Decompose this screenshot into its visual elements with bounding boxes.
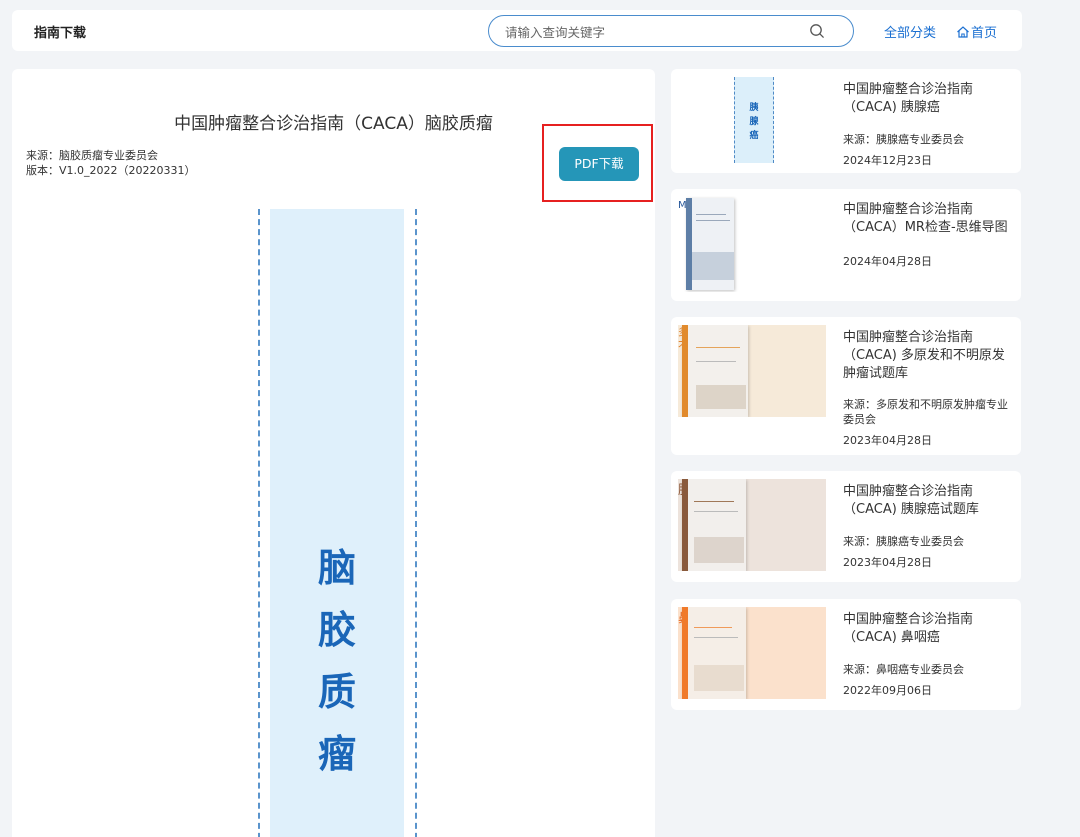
card-title[interactable]: 中国肿瘤整合诊治指南（CACA) 胰腺癌试题库	[843, 483, 1013, 519]
card-title[interactable]: 中国肿瘤整合诊治指南（CACA）MR检查-思维导图	[843, 201, 1013, 237]
cover-char: 瘤	[317, 731, 356, 776]
card-thumbnail[interactable]: MR检查	[678, 196, 826, 292]
home-link[interactable]: 首页	[956, 22, 997, 41]
card-thumbnail[interactable]: 胰腺癌	[734, 77, 774, 163]
document-source: 来源：脑胶质瘤专业委员会	[26, 149, 158, 162]
book-cover	[682, 325, 748, 417]
related-card[interactable]: 胰腺癌 中国肿瘤整合诊治指南（CACA) 胰腺癌试题库 来源：胰腺癌专业委员会 …	[671, 471, 1021, 582]
cover-char: 胶	[317, 607, 356, 652]
cover-char: 质	[317, 669, 356, 714]
card-source: 来源：胰腺癌专业委员会	[843, 535, 964, 548]
cover-char: 脑	[317, 545, 356, 590]
home-icon	[957, 25, 969, 38]
related-card[interactable]: 胰腺癌 中国肿瘤整合诊治指南（CACA) 胰腺癌 来源：胰腺癌专业委员会 202…	[671, 69, 1021, 173]
search-box[interactable]	[488, 15, 854, 47]
book-cover	[682, 607, 746, 699]
card-date: 2023年04月28日	[843, 434, 932, 447]
card-thumbnail[interactable]: 多原发和不明原发肿瘤	[678, 325, 826, 417]
card-title[interactable]: 中国肿瘤整合诊治指南（CACA) 胰腺癌	[843, 81, 1013, 117]
page-title: 指南下载	[34, 26, 87, 41]
card-date: 2023年04月28日	[843, 556, 932, 569]
thumbnail-text: 胰腺癌	[749, 103, 759, 141]
search-input[interactable]	[505, 22, 795, 42]
cover-dashed-line-left	[258, 209, 260, 837]
book-cover	[686, 198, 734, 290]
book-cover	[682, 479, 746, 571]
related-card[interactable]: 鼻咽癌 中国肿瘤整合诊治指南（CACA) 鼻咽癌 来源：鼻咽癌专业委员会 202…	[671, 599, 1021, 710]
document-meta: 来源：脑胶质瘤专业委员会 版本：V1.0_2022（20220331）	[26, 148, 196, 178]
card-date: 2024年04月28日	[843, 255, 932, 268]
top-bar: 指南下载 全部分类 首页	[12, 10, 1022, 51]
cover-dashed-line-right	[415, 209, 417, 837]
document-cover: 脑 胶 质 瘤	[258, 209, 417, 837]
cover-text: 脑 胶 质 瘤	[270, 537, 404, 785]
card-date: 2022年09月06日	[843, 684, 932, 697]
card-date: 2024年12月23日	[843, 154, 932, 167]
document-panel: 中国肿瘤整合诊治指南（CACA）脑胶质瘤 来源：脑胶质瘤专业委员会 版本：V1.…	[12, 69, 655, 837]
card-thumbnail[interactable]: 胰腺癌	[678, 479, 826, 571]
related-card[interactable]: 多原发和不明原发肿瘤 中国肿瘤整合诊治指南（CACA) 多原发和不明原发肿瘤试题…	[671, 317, 1021, 455]
document-version: 版本：V1.0_2022（20220331）	[26, 164, 196, 177]
search-icon[interactable]	[809, 23, 825, 39]
home-label: 首页	[971, 26, 998, 41]
card-source: 来源：胰腺癌专业委员会	[843, 133, 964, 146]
related-card[interactable]: MR检查 中国肿瘤整合诊治指南（CACA）MR检查-思维导图 2024年04月2…	[671, 189, 1021, 301]
card-source: 来源：鼻咽癌专业委员会	[843, 663, 964, 676]
card-title[interactable]: 中国肿瘤整合诊治指南（CACA) 多原发和不明原发肿瘤试题库	[843, 329, 1013, 383]
all-categories-link[interactable]: 全部分类	[884, 22, 936, 41]
card-source: 来源：多原发和不明原发肿瘤专业委员会	[843, 398, 1008, 426]
card-thumbnail[interactable]: 鼻咽癌	[678, 607, 826, 699]
pdf-download-button[interactable]: PDF下载	[559, 147, 639, 181]
card-title[interactable]: 中国肿瘤整合诊治指南（CACA) 鼻咽癌	[843, 611, 1013, 647]
